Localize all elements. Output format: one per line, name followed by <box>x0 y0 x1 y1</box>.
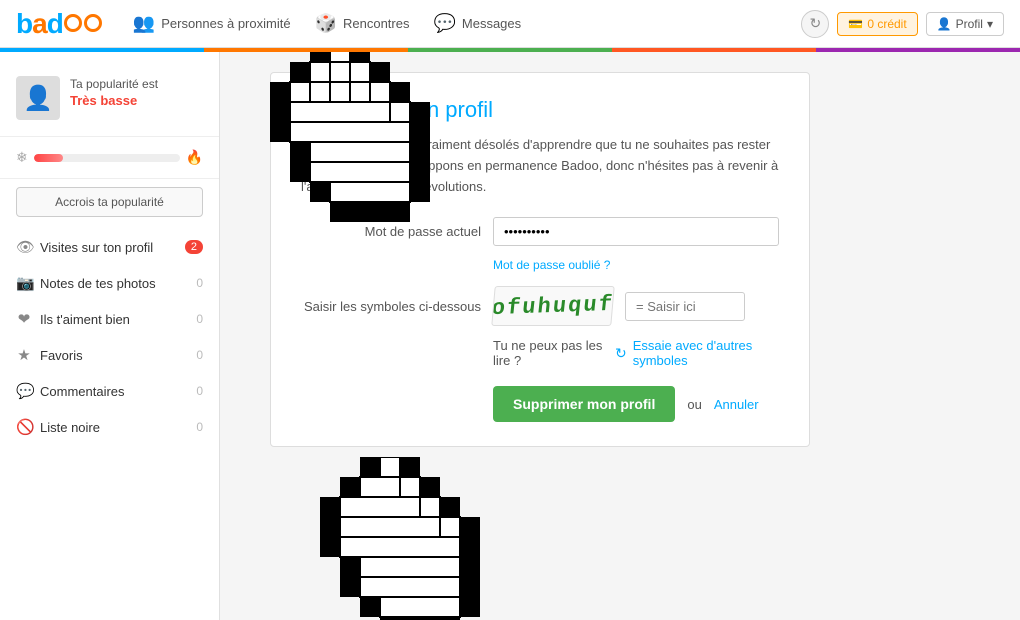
sidebar-item-commentaires-label: Commentaires <box>40 384 188 399</box>
rencontres-icon: 🎲 <box>315 13 337 34</box>
delete-profile-box: Supprimer ton profil Jean, nous sommes v… <box>270 72 810 447</box>
cursor-bottom-overlay <box>320 457 480 620</box>
nav-messages-label: Messages <box>462 16 521 31</box>
refresh-button[interactable]: ↻ <box>801 10 829 38</box>
sidebar-item-liste-noire-label: Liste noire <box>40 420 188 435</box>
content-area: Supprimer ton profil Jean, nous sommes v… <box>220 52 1020 620</box>
main-layout: 👤 Ta popularité est Très basse ❄ 🔥 Accro… <box>0 52 1020 620</box>
snowflake-icon: ❄ <box>16 149 28 166</box>
retry-link[interactable]: Essaie avec d'autres symboles <box>633 338 779 368</box>
action-row: Supprimer mon profil ou Annuler <box>493 386 779 422</box>
password-input[interactable] <box>493 217 779 246</box>
header: bad 👥 Personnes à proximité 🎲 Rencontres… <box>0 0 1020 48</box>
retry-icon: ↻ <box>615 345 627 362</box>
popularity-info: Ta popularité est Très basse <box>70 76 158 108</box>
temp-bar <box>34 154 180 162</box>
retry-row: Tu ne peux pas les lire ? ↻ Essaie avec … <box>493 338 779 368</box>
captcha-text: ofuhuquf <box>491 292 614 321</box>
profile-section: 👤 Ta popularité est Très basse <box>0 68 219 137</box>
captcha-label: Saisir les symboles ci-dessous <box>301 299 481 314</box>
messages-icon: 💬 <box>433 13 455 34</box>
logo-d: d <box>47 8 63 39</box>
sidebar-item-visites[interactable]: 👁 Visites sur ton profil 2 <box>0 229 219 265</box>
heart-icon: ❤ <box>16 310 32 328</box>
sidebar-item-liste-noire[interactable]: 🚫 Liste noire 0 <box>0 409 219 445</box>
star-icon: ★ <box>16 346 32 364</box>
logo-o2-icon <box>84 14 102 32</box>
ban-icon: 🚫 <box>16 418 32 436</box>
nav-items: 👥 Personnes à proximité 🎲 Rencontres 💬 M… <box>133 13 802 34</box>
temp-bar-section: ❄ 🔥 <box>0 145 219 179</box>
nav-rencontres-label: Rencontres <box>343 16 409 31</box>
forgot-password-link[interactable]: Mot de passe oublié ? <box>493 258 779 272</box>
profil-label: Profil <box>956 17 983 31</box>
commentaires-badge: 0 <box>196 384 203 398</box>
sidebar-item-aiment[interactable]: ❤ Ils t'aiment bien 0 <box>0 301 219 337</box>
flame-icon: 🔥 <box>186 149 203 166</box>
sidebar: 👤 Ta popularité est Très basse ❄ 🔥 Accro… <box>0 52 220 620</box>
logo[interactable]: bad <box>16 8 103 40</box>
credit-button[interactable]: 💳 0 crédit <box>837 12 917 36</box>
ou-text: ou <box>687 397 701 412</box>
popularity-status: Très basse <box>70 93 158 108</box>
nav-messages[interactable]: 💬 Messages <box>433 13 521 34</box>
nav-personnes[interactable]: 👥 Personnes à proximité <box>133 13 291 34</box>
sidebar-item-favoris[interactable]: ★ Favoris 0 <box>0 337 219 373</box>
captcha-row: Saisir les symboles ci-dessous ofuhuquf <box>301 286 779 326</box>
aiment-badge: 0 <box>196 312 203 326</box>
camera-icon: 📷 <box>16 274 32 292</box>
popularity-text: Ta popularité est <box>70 76 158 93</box>
cancel-button[interactable]: Annuler <box>714 397 759 412</box>
avatar: 👤 <box>16 76 60 120</box>
password-label: Mot de passe actuel <box>301 224 481 239</box>
eye-icon: 👁 <box>16 238 32 256</box>
credit-icon: 💳 <box>848 17 863 31</box>
logo-o1-icon <box>64 14 82 32</box>
sidebar-item-notes[interactable]: 📷 Notes de tes photos 0 <box>0 265 219 301</box>
delete-desc: Jean, nous sommes vraiment désolés d'app… <box>301 135 779 197</box>
sidebar-item-favoris-label: Favoris <box>40 348 188 363</box>
comment-icon: 💬 <box>16 382 32 400</box>
captcha-input[interactable] <box>625 292 745 321</box>
sidebar-item-notes-label: Notes de tes photos <box>40 276 188 291</box>
liste-noire-badge: 0 <box>196 420 203 434</box>
sidebar-item-commentaires[interactable]: 💬 Commentaires 0 <box>0 373 219 409</box>
profil-icon: 👤 <box>937 17 952 31</box>
profil-button[interactable]: 👤 Profil ▾ <box>926 12 1004 36</box>
captcha-image: ofuhuquf <box>491 286 614 326</box>
nav-personnes-label: Personnes à proximité <box>161 16 290 31</box>
temp-fill <box>34 154 63 162</box>
popularite-button[interactable]: Accrois ta popularité <box>16 187 203 217</box>
sidebar-item-aiment-label: Ils t'aiment bien <box>40 312 188 327</box>
favoris-badge: 0 <box>196 348 203 362</box>
delete-button[interactable]: Supprimer mon profil <box>493 386 675 422</box>
sidebar-menu: 👁 Visites sur ton profil 2 📷 Notes de te… <box>0 229 219 445</box>
personnes-icon: 👥 <box>133 13 155 34</box>
logo-b: b <box>16 8 32 39</box>
chevron-down-icon: ▾ <box>987 17 993 31</box>
password-row: Mot de passe actuel <box>301 217 779 246</box>
delete-title: Supprimer ton profil <box>301 97 779 123</box>
header-right: ↻ 💳 0 crédit 👤 Profil ▾ <box>801 10 1004 38</box>
visites-badge: 2 <box>185 240 203 254</box>
logo-a: a <box>32 8 47 39</box>
retry-question: Tu ne peux pas les lire ? <box>493 338 609 368</box>
notes-badge: 0 <box>196 276 203 290</box>
sidebar-item-visites-label: Visites sur ton profil <box>40 240 177 255</box>
credit-label: 0 crédit <box>867 17 906 31</box>
nav-rencontres[interactable]: 🎲 Rencontres <box>315 13 410 34</box>
